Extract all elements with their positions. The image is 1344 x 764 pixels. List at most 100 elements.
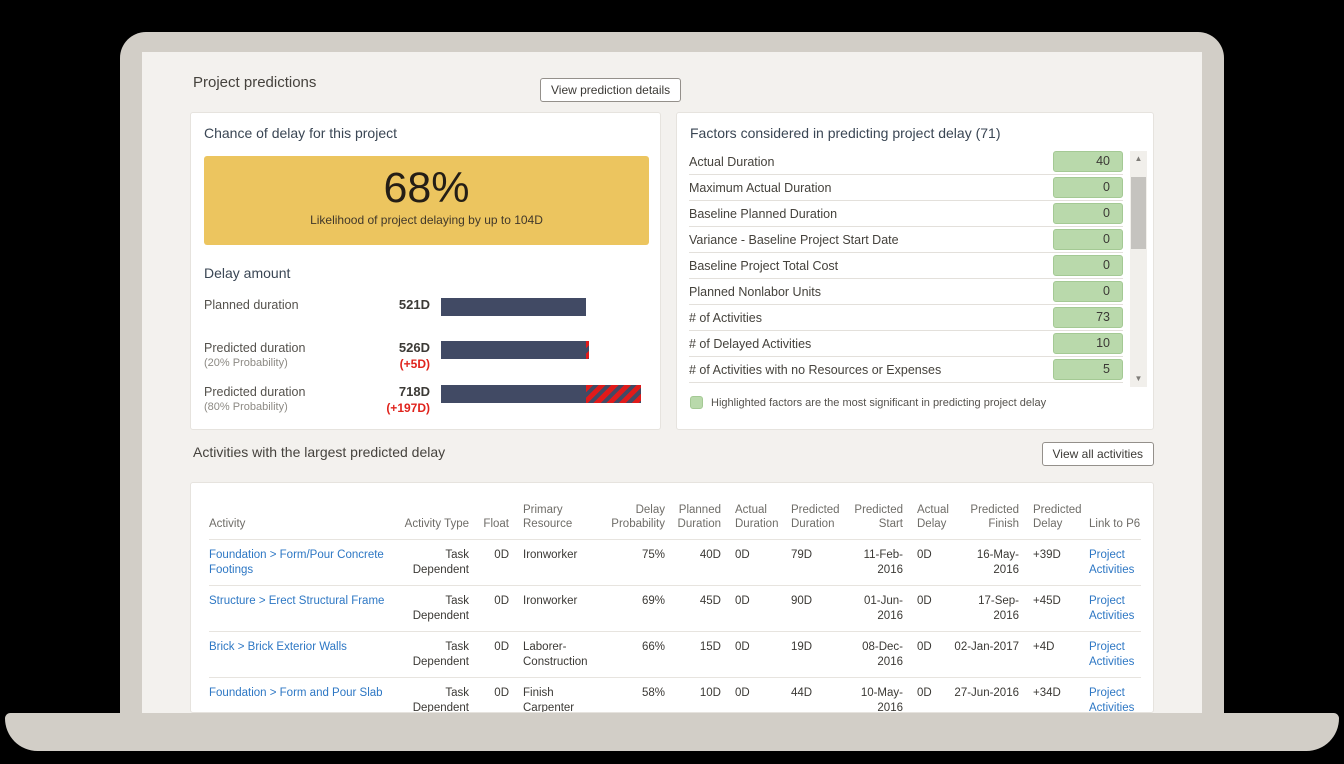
table-cell: Foundation > Form and Pour Slab [209, 678, 389, 714]
activities-section-title: Activities with the largest predicted de… [193, 444, 445, 460]
delay-amount-title: Delay amount [204, 265, 290, 281]
delay-bar-row: Predicted duration(20% Probability)526D(… [204, 340, 648, 372]
factor-row: # of Activities73 [689, 305, 1123, 331]
table-cell: 44D [777, 678, 841, 714]
factor-row: Planned Nonlabor Units0 [689, 279, 1123, 305]
factors-card-title: Factors considered in predicting project… [690, 125, 1001, 141]
delay-bar-track [441, 384, 648, 416]
table-cell: Brick > Brick Exterior Walls [209, 632, 389, 678]
delay-bar-value: 718D(+197D) [351, 384, 441, 416]
table-cell: Task Dependent [389, 586, 469, 632]
delay-bar-label-text: Predicted duration [204, 340, 351, 356]
column-header-predicted-finish: Predicted Finish [953, 483, 1019, 540]
delay-bar-delta: (+197D) [351, 400, 430, 416]
delay-bar-label-text: Planned duration [204, 297, 351, 313]
delay-bar-solid-segment [441, 385, 586, 403]
delay-percent-caption: Likelihood of project delaying by up to … [204, 213, 649, 227]
screen: Project predictions View prediction deta… [142, 52, 1202, 713]
column-header-actual-duration: Actual Duration [721, 483, 777, 540]
activity-link[interactable]: Foundation > Form and Pour Slab [209, 687, 383, 699]
factor-value-badge: 10 [1053, 333, 1123, 354]
table-cell: 66% [599, 632, 665, 678]
table-row: Brick > Brick Exterior Walls Task Depende… [209, 632, 1141, 678]
delay-bar-label: Planned duration [204, 297, 351, 328]
activity-link[interactable]: Foundation > Form/Pour Concrete Footings [209, 549, 384, 576]
table-cell: Project Activities [1075, 678, 1141, 714]
table-cell: 0D [469, 540, 509, 586]
p6-link[interactable]: Project Activities [1089, 687, 1134, 713]
column-header-activity-type: Activity Type [389, 483, 469, 540]
factor-value-badge: 73 [1053, 307, 1123, 328]
chance-of-delay-card: Chance of delay for this project 68% Lik… [190, 112, 661, 430]
p6-link[interactable]: Project Activities [1089, 595, 1134, 622]
table-cell: Finish Carpenter [509, 678, 599, 714]
table-cell: 0D [469, 586, 509, 632]
delay-bar-delta: (+5D) [351, 356, 430, 372]
laptop-frame: Project predictions View prediction deta… [120, 32, 1224, 713]
table-cell: Ironworker [509, 586, 599, 632]
activity-link[interactable]: Structure > Erect Structural Frame [209, 595, 384, 607]
table-cell: 11-Feb-2016 [841, 540, 903, 586]
table-cell: 10D [665, 678, 721, 714]
table-cell: 27-Jun-2016 [953, 678, 1019, 714]
table-cell: 02-Jan-2017 [953, 632, 1019, 678]
table-cell: 0D [903, 540, 953, 586]
factors-legend: Highlighted factors are the most signifi… [690, 396, 1046, 409]
factor-row: Baseline Project Total Cost0 [689, 253, 1123, 279]
factors-card: Factors considered in predicting project… [676, 112, 1154, 430]
table-cell: Task Dependent [389, 678, 469, 714]
factor-row: # of Activities with no Resources or Exp… [689, 357, 1123, 383]
activities-table: ActivityActivity TypeFloatPrimary Resour… [209, 483, 1141, 713]
table-cell: 79D [777, 540, 841, 586]
factor-value-badge: 0 [1053, 229, 1123, 250]
factor-value-badge: 40 [1053, 151, 1123, 172]
p6-link[interactable]: Project Activities [1089, 641, 1134, 668]
table-cell: Task Dependent [389, 632, 469, 678]
table-cell: 08-Dec-2016 [841, 632, 903, 678]
table-cell: 17-Sep-2016 [953, 586, 1019, 632]
delay-bar-overrun-segment [586, 385, 641, 403]
table-cell: 15D [665, 632, 721, 678]
view-prediction-details-button[interactable]: View prediction details [540, 78, 681, 102]
highlight-swatch-icon [690, 396, 703, 409]
scroll-up-icon[interactable]: ▲ [1130, 151, 1147, 167]
scroll-down-icon[interactable]: ▼ [1130, 371, 1147, 387]
p6-link[interactable]: Project Activities [1089, 549, 1134, 576]
table-row: Foundation > Form and Pour Slab Task Depe… [209, 678, 1141, 714]
view-all-activities-button[interactable]: View all activities [1042, 442, 1154, 466]
factors-legend-text: Highlighted factors are the most signifi… [711, 397, 1046, 409]
delay-bar-overrun-segment [586, 341, 589, 359]
delay-bar-track [441, 297, 648, 328]
delay-bar-label: Predicted duration(80% Probability) [204, 384, 351, 416]
delay-bar-sublabel: (20% Probability) [204, 356, 351, 371]
table-cell: 0D [721, 586, 777, 632]
delay-bar-label: Predicted duration(20% Probability) [204, 340, 351, 372]
table-header-row: ActivityActivity TypeFloatPrimary Resour… [209, 483, 1141, 540]
factor-value-badge: 5 [1053, 359, 1123, 380]
factor-label: Baseline Planned Duration [689, 207, 837, 221]
column-header-planned-duration: Planned Duration [665, 483, 721, 540]
table-cell: Project Activities [1075, 540, 1141, 586]
table-cell: Structure > Erect Structural Frame [209, 586, 389, 632]
table-cell: 45D [665, 586, 721, 632]
factor-value-badge: 0 [1053, 203, 1123, 224]
column-header-delay-probability: Delay Probability [599, 483, 665, 540]
column-header-float: Float [469, 483, 509, 540]
factors-scrollbar[interactable]: ▲ ▼ [1130, 151, 1147, 387]
delay-amount-bars: Planned duration521DPredicted duration(2… [204, 297, 648, 428]
factor-row: Maximum Actual Duration0 [689, 175, 1123, 201]
table-cell: +4D [1019, 632, 1075, 678]
delay-bar-solid-segment [441, 298, 586, 316]
factor-row: Baseline Planned Duration 0 [689, 201, 1123, 227]
column-header-predicted-start: Predicted Start [841, 483, 903, 540]
column-header-predicted-delay: Predicted Delay [1019, 483, 1075, 540]
table-cell: +45D [1019, 586, 1075, 632]
factor-value-badge: 0 [1053, 281, 1123, 302]
delay-bar-label-text: Predicted duration [204, 384, 351, 400]
table-cell: 19D [777, 632, 841, 678]
activity-link[interactable]: Brick > Brick Exterior Walls [209, 641, 347, 653]
delay-bar-value: 521D [351, 297, 441, 328]
table-cell: 0D [721, 540, 777, 586]
scrollbar-thumb[interactable] [1131, 177, 1146, 249]
table-row: Foundation > Form/Pour Concrete Footings… [209, 540, 1141, 586]
